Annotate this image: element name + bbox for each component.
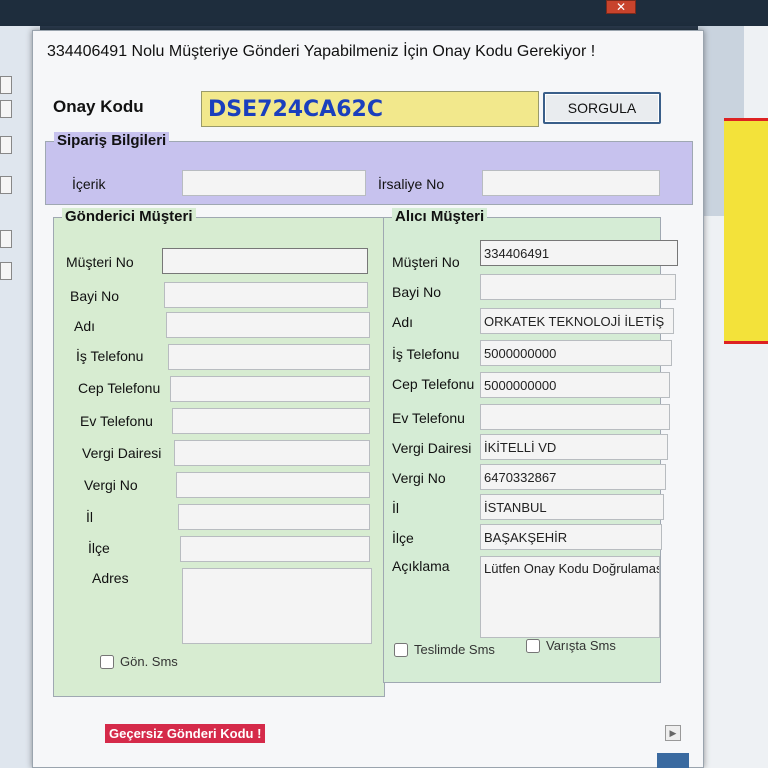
- gonderici-vergi-no-field[interactable]: [176, 472, 370, 498]
- gonderici-adi-label: Adı: [74, 318, 96, 334]
- background-control: [0, 262, 12, 280]
- gonderici-il-field[interactable]: [178, 504, 370, 530]
- alici-musteri-legend: Alıcı Müşteri: [392, 208, 488, 225]
- varista-sms-checkbox-input[interactable]: [526, 638, 540, 653]
- gonderici-il-label: İl: [86, 509, 93, 525]
- alici-ilce-label: İlçe: [392, 530, 414, 546]
- teslimde-sms-checkbox-input[interactable]: [394, 642, 408, 657]
- onay-kodu-label: Onay Kodu: [53, 97, 144, 116]
- gon-sms-label: Gön. Sms: [120, 654, 178, 669]
- varista-sms-label: Varışta Sms: [546, 638, 616, 653]
- gonderici-musteri-no-label: Müşteri No: [66, 254, 134, 270]
- background-control: [0, 230, 12, 248]
- bottom-scrollbar[interactable]: [657, 753, 689, 768]
- alici-aciklama-label: Açıklama: [392, 558, 450, 574]
- gonderici-musteri-group: Gönderici Müşteri Müşteri No Bayi No Adı…: [53, 208, 385, 697]
- gonderici-vergi-dairesi-field[interactable]: [174, 440, 370, 466]
- alici-cep-telefonu-field[interactable]: [480, 372, 670, 398]
- alici-ilce-field[interactable]: [480, 524, 662, 550]
- close-icon[interactable]: ✕: [606, 0, 636, 14]
- alici-musteri-group: Alıcı Müşteri Müşteri No Bayi No Adı İş …: [383, 208, 678, 683]
- alici-bayi-no-field[interactable]: [480, 274, 676, 300]
- alici-vergi-dairesi-label: Vergi Dairesi: [392, 440, 472, 456]
- siparis-bilgileri-legend: Sipariş Bilgileri: [54, 132, 170, 149]
- alici-cep-telefonu-label: Cep Telefonu: [392, 376, 475, 392]
- alici-is-telefonu-label: İş Telefonu: [392, 346, 460, 362]
- alici-ev-telefonu-field[interactable]: [480, 404, 670, 430]
- gonderici-ilce-label: İlçe: [88, 540, 110, 556]
- gon-sms-checkbox-input[interactable]: [100, 654, 114, 669]
- alici-vergi-dairesi-field[interactable]: [480, 434, 668, 460]
- siparis-bilgileri-group: Sipariş Bilgileri İçerik İrsaliye No: [45, 132, 693, 205]
- gonderici-adi-field[interactable]: [166, 312, 370, 338]
- alici-vergi-no-label: Vergi No: [392, 470, 446, 486]
- gonderici-bayi-no-label: Bayi No: [70, 288, 120, 304]
- alici-aciklama-field[interactable]: Lütfen Onay Kodu Doğrulaması yapınız !: [480, 556, 660, 638]
- background-control: [0, 100, 12, 118]
- error-message: Geçersiz Gönderi Kodu !: [105, 724, 266, 743]
- gonderici-is-telefonu-label: İş Telefonu: [76, 348, 144, 364]
- gon-sms-checkbox[interactable]: Gön. Sms: [100, 654, 178, 669]
- gonderici-ilce-field[interactable]: [180, 536, 370, 562]
- alici-ev-telefonu-label: Ev Telefonu: [392, 410, 465, 426]
- sorgula-button[interactable]: SORGULA: [543, 92, 661, 124]
- gonderici-musteri-no-field[interactable]: [162, 248, 368, 274]
- background-title-bar: [0, 0, 768, 26]
- scroll-right-icon[interactable]: ▶: [665, 725, 681, 741]
- alici-musteri-no-label: Müşteri No: [392, 254, 460, 270]
- gonderici-cep-telefonu-label: Cep Telefonu: [78, 380, 161, 396]
- gonderici-ev-telefonu-label: Ev Telefonu: [80, 413, 153, 429]
- alici-musteri-no-field[interactable]: [480, 240, 678, 266]
- gonderici-vergi-dairesi-label: Vergi Dairesi: [82, 445, 162, 461]
- alici-il-field[interactable]: [480, 494, 664, 520]
- onay-kodu-dialog: 334406491 Nolu Müşteriye Gönderi Yapabil…: [32, 30, 704, 768]
- background-control: [0, 136, 12, 154]
- icerik-label: İçerik: [72, 176, 106, 192]
- alici-vergi-no-field[interactable]: [480, 464, 666, 490]
- alici-il-label: İl: [392, 500, 399, 516]
- background-yellow-panel: [724, 118, 768, 344]
- gonderici-vergi-no-label: Vergi No: [84, 477, 138, 493]
- alici-is-telefonu-field[interactable]: [480, 340, 672, 366]
- gonderici-adres-label: Adres: [92, 570, 129, 586]
- alici-adi-label: Adı: [392, 314, 414, 330]
- background-control: [0, 76, 12, 94]
- icerik-field[interactable]: [182, 170, 366, 196]
- gonderici-bayi-no-field[interactable]: [164, 282, 368, 308]
- irsaliye-no-field[interactable]: [482, 170, 660, 196]
- gonderici-cep-telefonu-field[interactable]: [170, 376, 370, 402]
- dialog-title: 334406491 Nolu Müşteriye Gönderi Yapabil…: [47, 43, 596, 60]
- gonderici-adres-field[interactable]: [182, 568, 372, 644]
- background-control: [0, 176, 12, 194]
- teslimde-sms-checkbox[interactable]: Teslimde Sms: [394, 642, 495, 657]
- irsaliye-no-label: İrsaliye No: [378, 176, 445, 192]
- alici-adi-field[interactable]: [480, 308, 674, 334]
- gonderici-ev-telefonu-field[interactable]: [172, 408, 370, 434]
- alici-bayi-no-label: Bayi No: [392, 284, 442, 300]
- gonderici-musteri-legend: Gönderici Müşteri: [62, 208, 196, 225]
- varista-sms-checkbox[interactable]: Varışta Sms: [526, 638, 616, 653]
- teslimde-sms-label: Teslimde Sms: [414, 642, 495, 657]
- gonderici-is-telefonu-field[interactable]: [168, 344, 370, 370]
- onay-kodu-input[interactable]: [201, 91, 539, 127]
